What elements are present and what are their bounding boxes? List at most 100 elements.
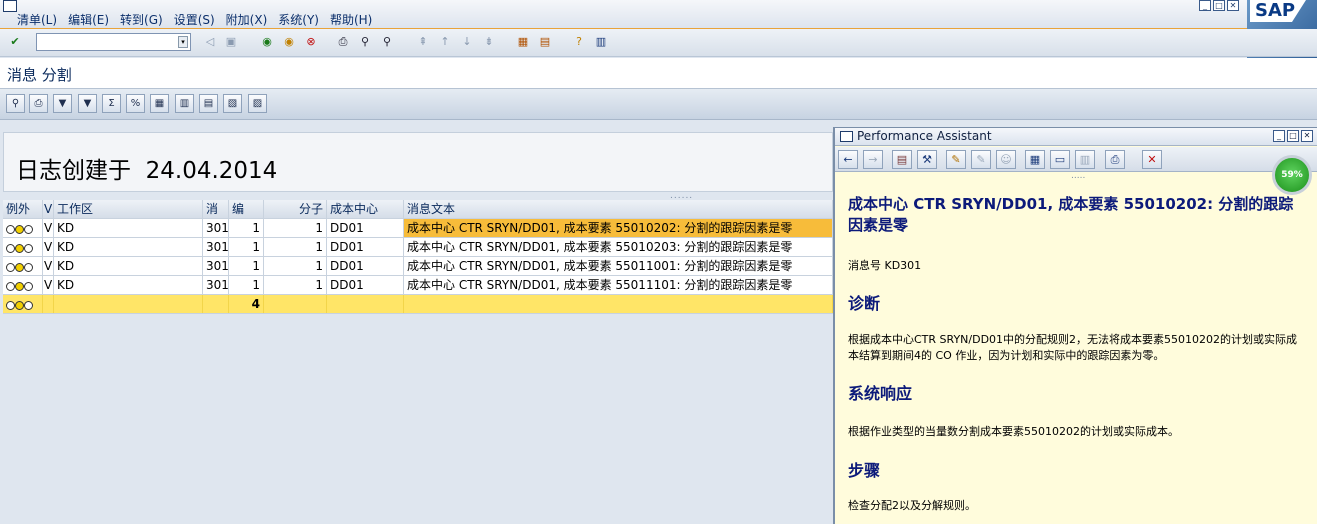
traffic-light-icon	[6, 299, 34, 311]
find-icon[interactable]: ⚲	[356, 33, 374, 51]
table-row[interactable]: V KD 301 1 1 DD01 成本中心 CTR SRYN/DD01, 成本…	[3, 257, 833, 276]
layout-icon[interactable]: ▥	[592, 33, 610, 51]
section-procedure: 步骤	[848, 461, 881, 480]
table-row[interactable]: V KD 301 1 1 DD01 成本中心 CTR SRYN/DD01, 成本…	[3, 219, 833, 238]
menu-system[interactable]: 系统(Y)	[278, 11, 319, 28]
menu-settings[interactable]: 设置(S)	[174, 11, 215, 28]
exception-light	[3, 295, 43, 313]
command-history-icon[interactable]: ▾	[178, 36, 188, 48]
save-icon[interactable]: ▣	[222, 33, 240, 51]
minimize-icon[interactable]: _	[1273, 130, 1285, 142]
assistant-toolbar: ← → ▤ ⚒ ✎ ✎ ☺ ▦ ▭ ▥ ⎙ ✕	[835, 147, 1317, 172]
note-icon[interactable]: ✎	[971, 150, 991, 169]
command-input[interactable]	[37, 34, 177, 50]
close-icon[interactable]: ✕	[1227, 0, 1239, 11]
diagnosis-text: 根据成本中心CTR SRYN/DD01中的分配规则2，无法将成本要素550102…	[848, 333, 1298, 362]
back-arrow-icon[interactable]: ←	[838, 150, 858, 169]
details-icon[interactable]: ⚲	[6, 94, 25, 113]
cancel-icon[interactable]: ⊗	[302, 33, 320, 51]
total-row[interactable]: 4	[3, 295, 833, 314]
maximize-icon[interactable]: □	[1287, 130, 1299, 142]
shortcut-icon[interactable]: ▤	[536, 33, 554, 51]
menu-goto[interactable]: 转到(G)	[120, 11, 163, 28]
table-view-icon[interactable]: ▦	[1025, 150, 1045, 169]
menu-edit[interactable]: 编辑(E)	[68, 11, 109, 28]
col-numerator[interactable]: 分子	[264, 200, 327, 218]
filter-icon[interactable]: ▼	[53, 94, 72, 113]
col-exception[interactable]: 例外	[3, 200, 43, 218]
last-page-icon[interactable]: ⇟	[480, 33, 498, 51]
exit-icon[interactable]: ◉	[280, 33, 298, 51]
system-menu-icon[interactable]	[3, 0, 17, 12]
subtotal-icon[interactable]: %	[126, 94, 145, 113]
maximize-icon[interactable]: □	[1213, 0, 1225, 11]
performance-assistant-panel: Performance Assistant _ □ ✕ ← → ▤ ⚒ ✎ ✎ …	[833, 127, 1317, 524]
table-row[interactable]: V KD 301 1 1 DD01 成本中心 CTR SRYN/DD01, 成本…	[3, 238, 833, 257]
first-page-icon[interactable]: ⇞	[414, 33, 432, 51]
message-table: 例外 V 工作区 消 编 分子 成本中心 消息文本 V KD 301 1 1 D…	[3, 200, 833, 314]
user-icon[interactable]: ☺	[996, 150, 1016, 169]
standard-toolbar: ✔ ▾ ◁ ▣ ◉ ◉ ⊗ ⎙ ⚲ ⚲ ⇞ ↑ ↓ ⇟ ▦ ▤ ? ▥	[0, 29, 1317, 57]
col-message[interactable]: 消	[203, 200, 229, 218]
forward-arrow-icon[interactable]: →	[863, 150, 883, 169]
col-cost-center[interactable]: 成本中心	[327, 200, 404, 218]
find-next-icon[interactable]: ⚲	[378, 33, 396, 51]
table-header: 例外 V 工作区 消 编 分子 成本中心 消息文本	[3, 200, 833, 219]
total-icon[interactable]: Σ	[102, 94, 121, 113]
exception-light	[3, 257, 43, 275]
previous-page-icon[interactable]: ↑	[436, 33, 454, 51]
assistant-splitter[interactable]: .....	[1071, 171, 1085, 181]
system-response-text: 根据作业类型的当量数分割成本要素55010202的计划或实际成本。	[848, 425, 1179, 438]
grid-icon[interactable]: ▦	[150, 94, 169, 113]
help-icon[interactable]: ?	[570, 33, 588, 51]
stamp-icon[interactable]: ▥	[1075, 150, 1095, 169]
close-icon[interactable]: ✕	[1301, 130, 1313, 142]
set-filter-icon[interactable]: ▼	[78, 94, 97, 113]
section-diagnosis: 诊断	[848, 294, 881, 313]
menu-extras[interactable]: 附加(X)	[226, 11, 268, 28]
application-toolbar: ⚲ ⎙ ▼ ▼ Σ % ▦ ▥ ▤ ▧ ▨	[0, 89, 1317, 120]
menu-items: 清单(L) 编辑(E) 转到(G) 设置(S) 附加(X) 系统(Y) 帮助(H…	[17, 11, 372, 28]
create-session-icon[interactable]: ▦	[514, 33, 532, 51]
close-panel-icon[interactable]: ✕	[1142, 150, 1162, 169]
command-field[interactable]: ▾	[36, 33, 191, 51]
col-message-text[interactable]: 消息文本	[404, 200, 833, 218]
log-date: 24.04.2014	[145, 158, 278, 184]
assistant-title-bar: Performance Assistant _ □ ✕	[835, 128, 1317, 146]
minimize-icon[interactable]: _	[1199, 0, 1211, 11]
technical-info-icon[interactable]: ⚒	[917, 150, 937, 169]
assistant-title: Performance Assistant	[857, 129, 992, 143]
back-icon[interactable]: ◉	[258, 33, 276, 51]
book-icon[interactable]: ▤	[892, 150, 912, 169]
progress-gauge: 59%	[1272, 155, 1312, 195]
assistant-heading: 成本中心 CTR SRYN/DD01, 成本要素 55010202: 分割的跟踪…	[848, 195, 1294, 234]
exception-light	[3, 238, 43, 256]
menu-list[interactable]: 清单(L)	[17, 11, 57, 28]
print-icon[interactable]: ⎙	[334, 33, 352, 51]
window-view-icon[interactable]: ▭	[1050, 150, 1070, 169]
edit-icon[interactable]: ✎	[946, 150, 966, 169]
section-system-response: 系统响应	[848, 384, 913, 403]
exception-light	[3, 276, 43, 294]
save-layout-icon[interactable]: ▨	[248, 94, 267, 113]
col-v[interactable]: V	[43, 200, 54, 218]
traffic-light-icon	[6, 280, 34, 292]
col-work-area[interactable]: 工作区	[54, 200, 203, 218]
page-title: 消息 分割	[7, 66, 72, 84]
window-icon	[840, 131, 853, 142]
print-icon[interactable]: ⎙	[1105, 150, 1125, 169]
exception-light	[3, 219, 43, 237]
traffic-light-icon	[6, 223, 34, 235]
print-preview-icon[interactable]: ⎙	[29, 94, 48, 113]
table-row[interactable]: V KD 301 1 1 DD01 成本中心 CTR SRYN/DD01, 成本…	[3, 276, 833, 295]
assistant-window-controls: _ □ ✕	[1273, 130, 1313, 142]
columns-icon[interactable]: ▥	[175, 94, 194, 113]
layout-select-icon[interactable]: ▤	[199, 94, 218, 113]
export-icon[interactable]: ▧	[223, 94, 242, 113]
enter-icon[interactable]: ✔	[6, 33, 24, 51]
total-count: 4	[229, 295, 264, 313]
col-number[interactable]: 编	[229, 200, 264, 218]
next-page-icon[interactable]: ↓	[458, 33, 476, 51]
menu-help[interactable]: 帮助(H)	[330, 11, 372, 28]
back-arrow-icon[interactable]: ◁	[201, 33, 219, 51]
